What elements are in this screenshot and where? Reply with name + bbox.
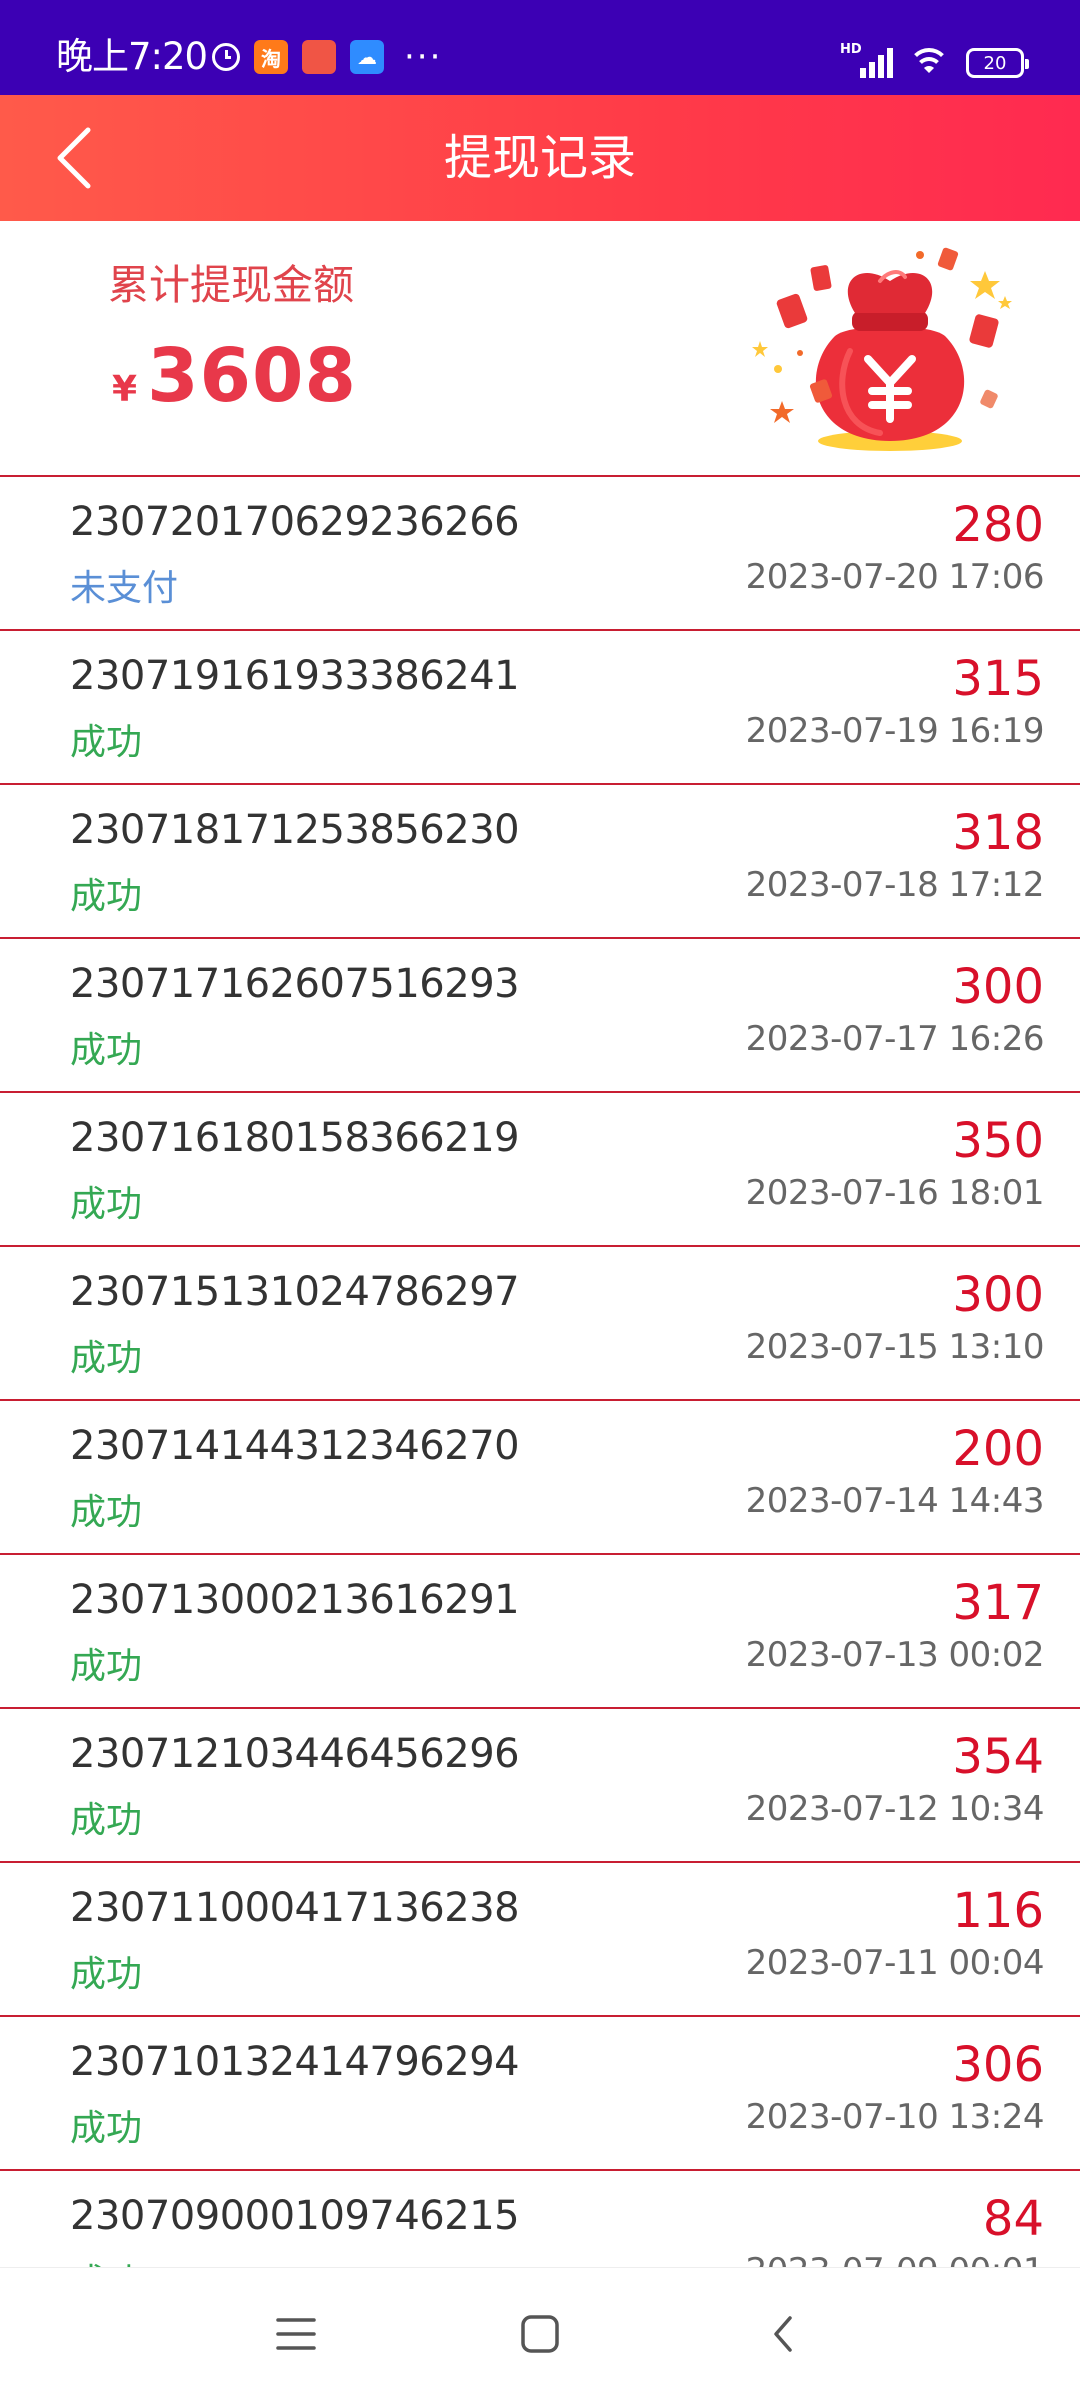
record-order-id: 230709000109746215	[70, 2193, 520, 2239]
status-time: 晚上7:20	[56, 35, 208, 78]
record-amount: 354	[952, 1729, 1044, 1785]
record-amount: 84	[982, 2191, 1044, 2247]
status-bar: 晚上7:20 淘 ☁ ··· HD 20	[0, 0, 1080, 95]
record-status: 成功	[70, 1800, 143, 1841]
record-order-id: 230710132414796294	[70, 2039, 520, 2085]
record-status: 成功	[70, 1184, 143, 1225]
status-notification-icons: 淘 ☁ ···	[212, 40, 442, 74]
record-order-id: 230713000213616291	[70, 1577, 520, 1623]
total-amount: 3608	[147, 333, 358, 419]
record-status: 成功	[70, 1338, 143, 1379]
record-time: 2023-07-10 13:24	[745, 2097, 1045, 2137]
record-order-id: 230711000417136238	[70, 1885, 520, 1931]
record-status: 成功	[70, 1954, 143, 1995]
record-time: 2023-07-09 00:01	[746, 2251, 1045, 2267]
battery-level: 20	[983, 52, 1007, 74]
currency-symbol: ¥	[112, 369, 138, 410]
record-amount: 315	[952, 651, 1044, 707]
record-status: 成功	[70, 2108, 143, 2149]
back-icon	[774, 2316, 792, 2352]
record-time: 2023-07-18 17:12	[745, 865, 1045, 905]
record-time: 2023-07-12 10:34	[745, 1789, 1045, 1829]
record-amount: 200	[952, 1421, 1044, 1477]
record-row[interactable]: 230714144312346270 成功 200 2023-07-14 14:43	[0, 1401, 1080, 1555]
record-time: 2023-07-20 17:06	[745, 557, 1045, 597]
app-header: 提现记录	[0, 95, 1080, 221]
nav-back-button[interactable]	[752, 2302, 816, 2366]
record-row[interactable]: 230711000417136238 成功 116 2023-07-11 00:04	[0, 1863, 1080, 2017]
record-order-id: 230715131024786297	[70, 1269, 520, 1315]
withdrawal-record-list[interactable]: 230720170629236266 未支付 280 2023-07-20 17:06…	[0, 477, 1080, 2267]
menu-icon	[276, 2318, 316, 2350]
record-row[interactable]: 230709000109746215 成功 84 2023-07-09 00:01	[0, 2171, 1080, 2267]
record-order-id: 230712103446456296	[70, 1731, 520, 1777]
summary-label: 累计提现金额	[108, 261, 354, 309]
recent-apps-button[interactable]	[264, 2302, 328, 2366]
wifi-icon	[908, 48, 950, 78]
taobao-icon: 淘	[254, 40, 288, 74]
record-order-id: 230717162607516293	[70, 961, 520, 1007]
record-status: 未支付	[70, 568, 179, 609]
record-order-id: 230720170629236266	[70, 499, 520, 545]
record-row[interactable]: 230712103446456296 成功 354 2023-07-12 10:34	[0, 1709, 1080, 1863]
record-time: 2023-07-15 13:10	[745, 1327, 1045, 1367]
record-status: 成功	[70, 1646, 143, 1687]
signal-icon: HD	[840, 42, 893, 78]
alarm-icon	[212, 43, 240, 71]
page-title: 提现记录	[443, 130, 636, 186]
record-row[interactable]: 230715131024786297 成功 300 2023-07-15 13:10	[0, 1247, 1080, 1401]
record-time: 2023-07-16 18:01	[745, 1173, 1045, 1213]
battery-icon: 20	[966, 48, 1029, 78]
record-order-id: 230719161933386241	[70, 653, 520, 699]
record-row[interactable]: 230717162607516293 成功 300 2023-07-17 16:26	[0, 939, 1080, 1093]
money-bag-icon	[752, 247, 1012, 451]
system-nav-bar	[0, 2267, 1080, 2401]
record-status: 成功	[70, 722, 143, 763]
withdrawal-summary: 累计提现金额 ¥ 3608	[0, 221, 1080, 477]
record-order-id: 230718171253856230	[70, 807, 520, 853]
record-amount: 318	[952, 805, 1044, 861]
record-amount: 300	[952, 959, 1044, 1015]
record-row[interactable]: 230719161933386241 成功 315 2023-07-19 16:19	[0, 631, 1080, 785]
record-status: 成功	[70, 1030, 143, 1071]
status-system-icons: HD 20	[840, 42, 1029, 78]
record-row[interactable]: 230713000213616291 成功 317 2023-07-13 00:02	[0, 1555, 1080, 1709]
home-button[interactable]	[508, 2302, 572, 2366]
record-order-id: 230716180158366219	[70, 1115, 520, 1161]
red-packet-icon	[302, 40, 336, 74]
record-time: 2023-07-17 16:26	[745, 1019, 1045, 1059]
record-amount: 280	[952, 497, 1044, 553]
record-order-id: 230714144312346270	[70, 1423, 520, 1469]
network-badge: HD	[840, 42, 862, 57]
record-time: 2023-07-19 16:19	[745, 711, 1045, 751]
record-status: 成功	[70, 876, 143, 917]
record-row[interactable]: 230718171253856230 成功 318 2023-07-18 17:12	[0, 785, 1080, 939]
record-row[interactable]: 230716180158366219 成功 350 2023-07-16 18:01	[0, 1093, 1080, 1247]
record-amount: 116	[952, 1883, 1044, 1939]
record-amount: 300	[952, 1267, 1044, 1323]
cloud-icon: ☁	[350, 40, 384, 74]
record-status: 成功	[70, 1492, 143, 1533]
record-row[interactable]: 230720170629236266 未支付 280 2023-07-20 17:06	[0, 477, 1080, 631]
record-status: 成功	[70, 2253, 142, 2267]
record-amount: 350	[952, 1113, 1044, 1169]
record-time: 2023-07-14 14:43	[745, 1481, 1045, 1521]
record-time: 2023-07-11 00:04	[745, 1943, 1045, 1983]
record-amount: 306	[952, 2037, 1044, 2093]
record-time: 2023-07-13 00:02	[745, 1635, 1045, 1675]
more-icon: ···	[404, 37, 443, 77]
home-icon	[521, 2315, 559, 2353]
record-row[interactable]: 230710132414796294 成功 306 2023-07-10 13:24	[0, 2017, 1080, 2171]
record-amount: 317	[952, 1575, 1044, 1631]
summary-amount: ¥ 3608	[112, 333, 357, 419]
